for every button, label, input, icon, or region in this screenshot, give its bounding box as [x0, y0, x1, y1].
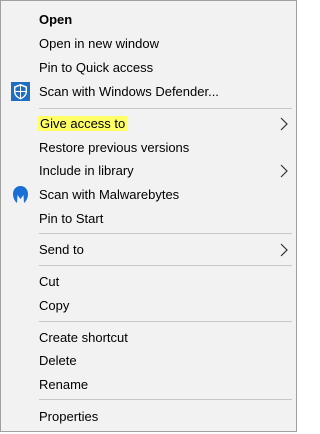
menu-item-label: Properties	[39, 409, 99, 424]
menu-item-label: Scan with Windows Defender...	[39, 84, 219, 99]
menu-separator	[39, 233, 292, 234]
menu-item-label: Copy	[39, 298, 70, 313]
menu-item-label: Cut	[39, 274, 60, 289]
chevron-right-icon	[280, 117, 288, 131]
menu-item-label: Scan with Malwarebytes	[39, 187, 180, 202]
malwarebytes-icon	[11, 185, 30, 204]
menu-item-label-wrap: Give access to	[38, 115, 128, 132]
menu-item-label: Delete	[39, 353, 77, 368]
menu-item-label: Give access to	[38, 116, 128, 131]
menu-item-pin-to-start[interactable]: Pin to Start	[1, 207, 296, 230]
menu-item-label: Include in library	[39, 163, 134, 178]
menu-item-create-shortcut[interactable]: Create shortcut	[1, 326, 296, 349]
menu-item-open[interactable]: Open	[1, 8, 296, 31]
menu-item-label: Rename	[39, 377, 89, 392]
menu-item-cut[interactable]: Cut	[1, 270, 296, 293]
menu-separator	[39, 265, 292, 266]
menu-item-send-to[interactable]: Send to	[1, 238, 296, 261]
windows-defender-shield-icon	[11, 82, 30, 101]
chevron-right-icon	[280, 243, 288, 257]
menu-item-include-in-library[interactable]: Include in library	[1, 159, 296, 182]
menu-item-give-access-to[interactable]: Give access to	[1, 112, 296, 135]
menu-item-scan-malwarebytes[interactable]: Scan with Malwarebytes	[1, 183, 296, 206]
menu-item-label: Send to	[39, 242, 84, 257]
menu-item-rename[interactable]: Rename	[1, 373, 296, 396]
menu-separator	[39, 399, 292, 400]
menu-item-label: Pin to Quick access	[39, 60, 154, 75]
menu-item-label: Open	[39, 12, 73, 27]
menu-item-label: Pin to Start	[39, 211, 104, 226]
menu-item-delete[interactable]: Delete	[1, 349, 296, 372]
menu-item-restore-previous-versions[interactable]: Restore previous versions	[1, 136, 296, 159]
menu-item-properties[interactable]: Properties	[1, 405, 296, 428]
menu-item-copy[interactable]: Copy	[1, 294, 296, 317]
menu-separator	[39, 108, 292, 109]
menu-item-label: Restore previous versions	[39, 140, 190, 155]
menu-separator	[39, 321, 292, 322]
menu-item-pin-to-quick-access[interactable]: Pin to Quick access	[1, 56, 296, 79]
menu-item-open-in-new-window[interactable]: Open in new window	[1, 32, 296, 55]
menu-item-scan-windows-defender[interactable]: Scan with Windows Defender...	[1, 80, 296, 103]
context-menu: Open Open in new window Pin to Quick acc…	[0, 0, 297, 432]
menu-item-label: Create shortcut	[39, 330, 128, 345]
chevron-right-icon	[280, 164, 288, 178]
menu-item-label: Open in new window	[39, 36, 159, 51]
